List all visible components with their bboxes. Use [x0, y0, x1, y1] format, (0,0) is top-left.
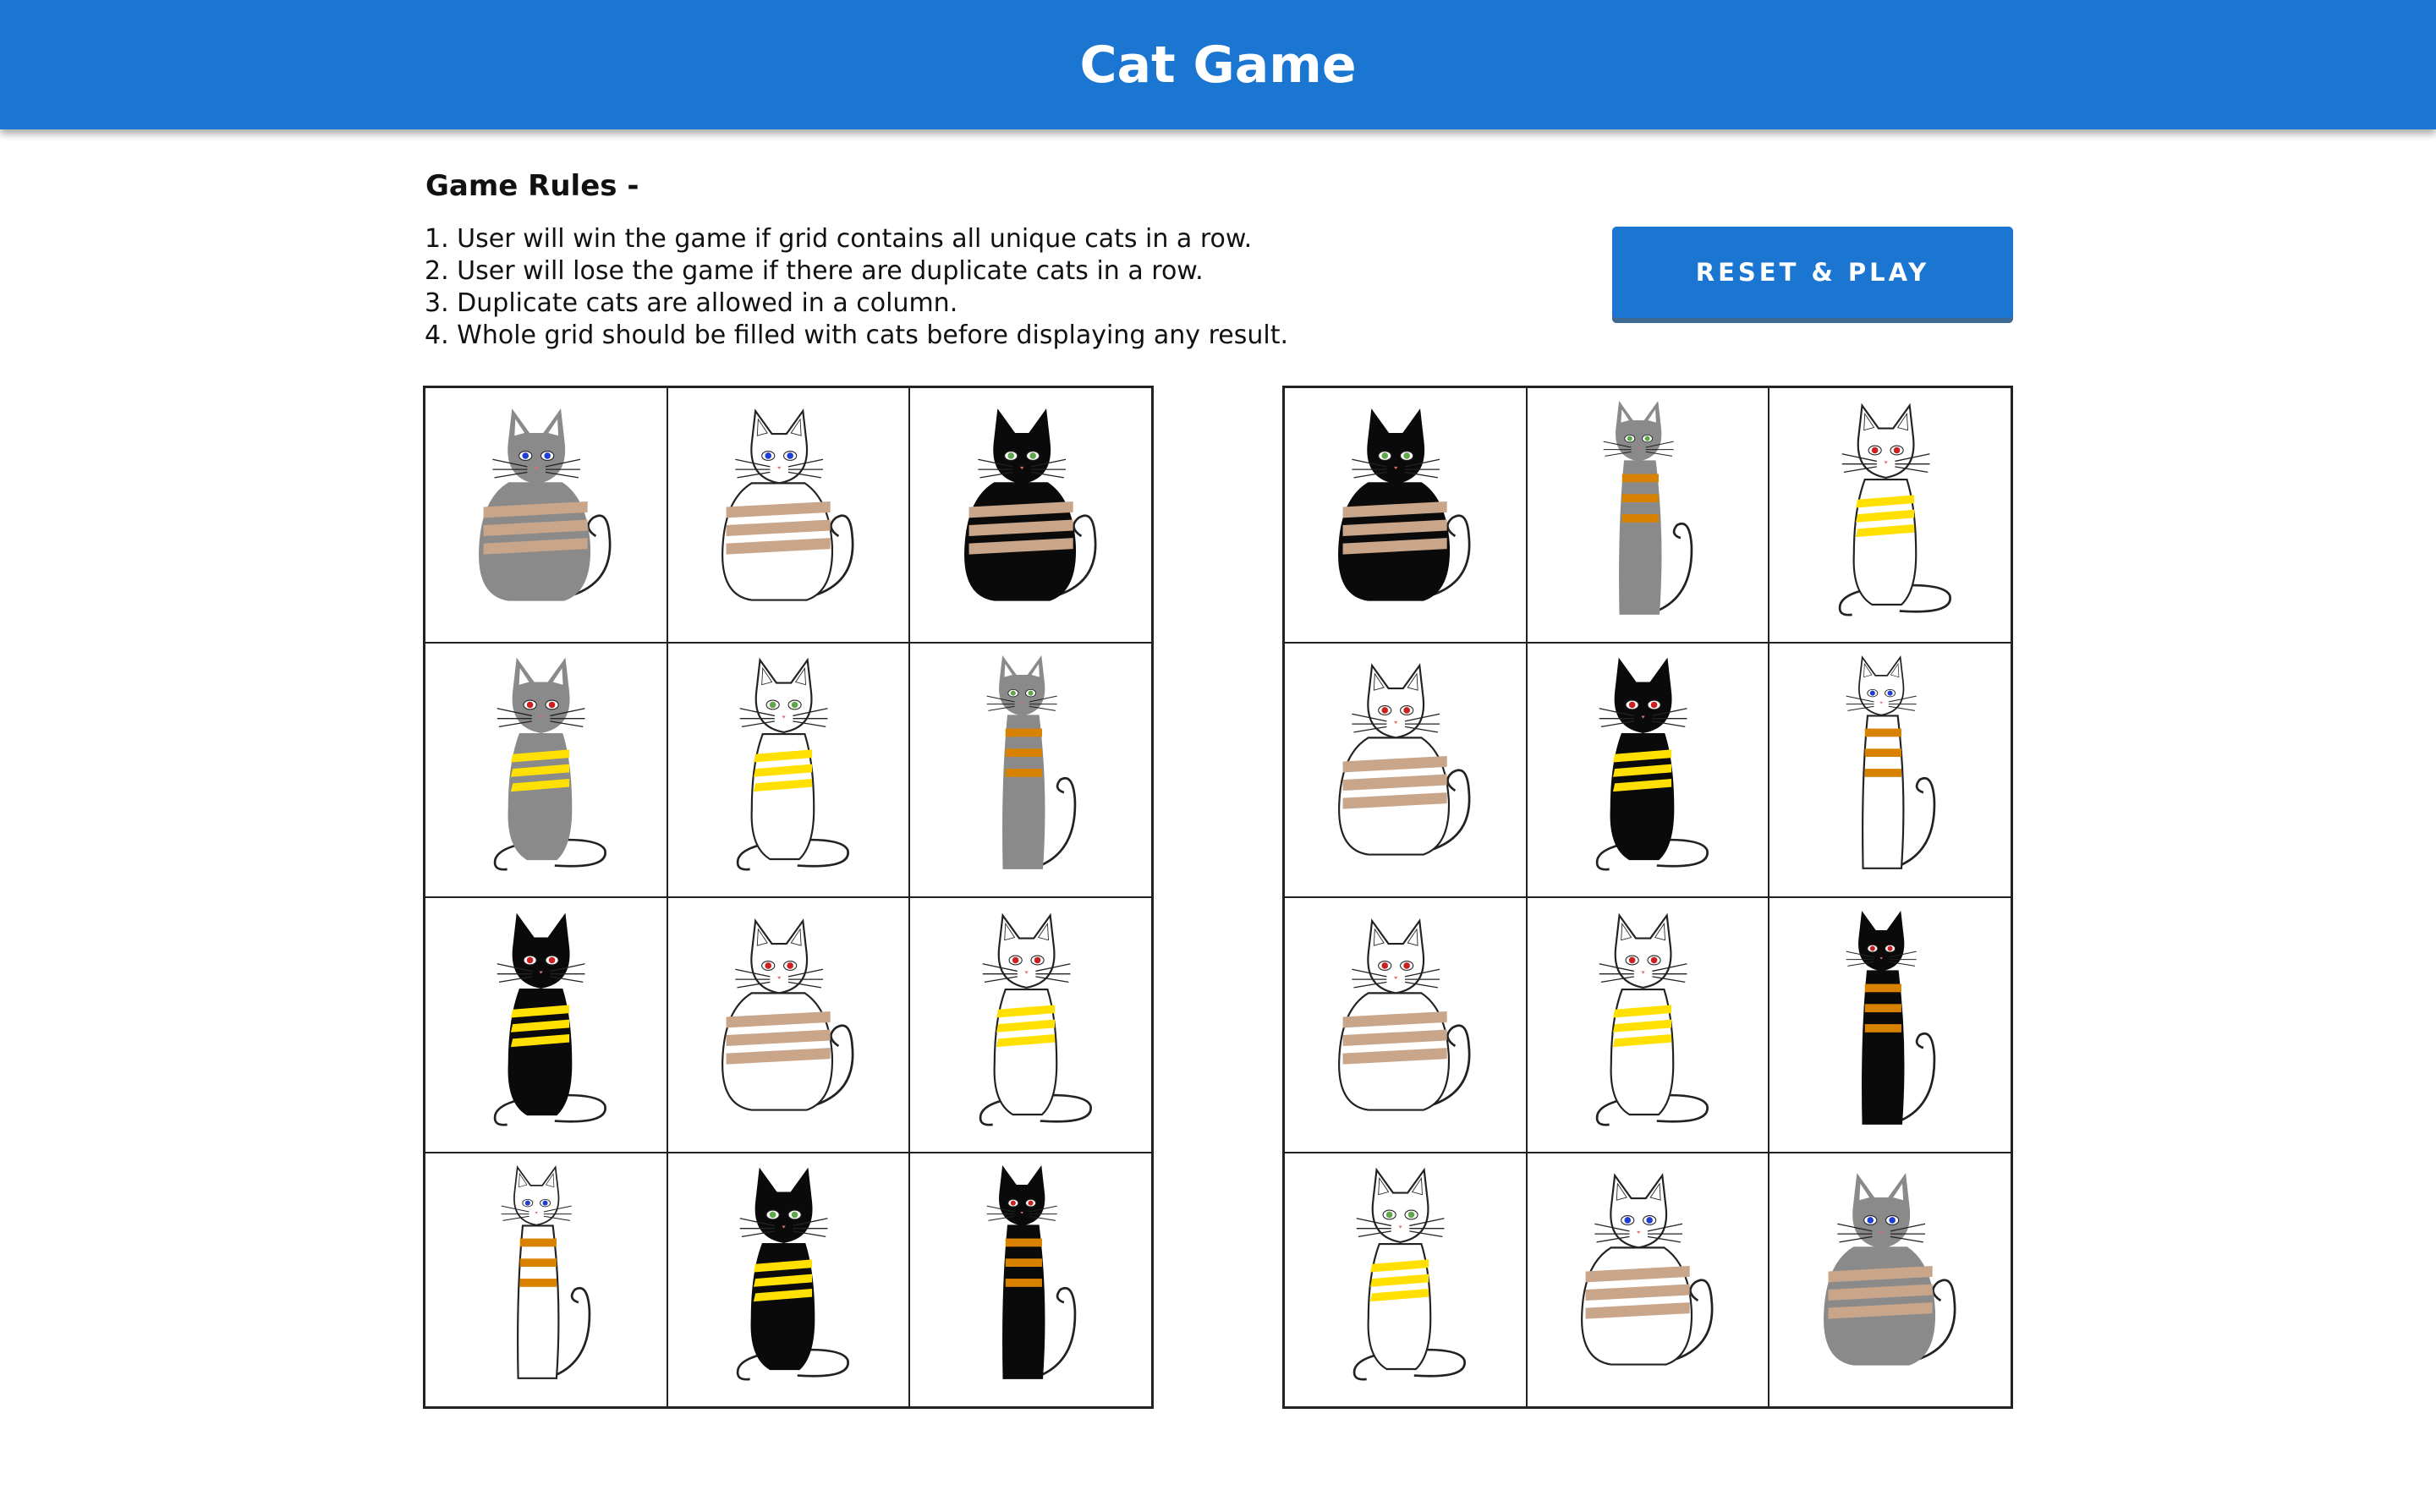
reset-play-button[interactable]: RESET & PLAY — [1612, 227, 2013, 318]
grid-cell[interactable] — [909, 1152, 1152, 1407]
gray-cat-icon — [934, 654, 1128, 885]
grid-cell[interactable] — [667, 387, 910, 643]
grid-cell[interactable] — [1526, 642, 1769, 897]
white-cat-icon — [1793, 654, 1988, 885]
grid-cell[interactable] — [1284, 387, 1527, 643]
grid-cell[interactable] — [1284, 897, 1527, 1153]
gray-cat-icon — [1793, 1164, 1988, 1395]
grid-cell[interactable] — [1284, 1152, 1527, 1407]
white-cat-icon — [934, 909, 1128, 1141]
grid-cell[interactable] — [1526, 387, 1769, 643]
white-cat-icon — [1308, 909, 1502, 1141]
white-cat-icon — [691, 909, 886, 1141]
grid-cell[interactable] — [425, 1152, 667, 1407]
grid-cell[interactable] — [1526, 1152, 1769, 1407]
grid-cell[interactable] — [1284, 642, 1527, 897]
grid-cell[interactable] — [667, 897, 910, 1153]
page-title: Cat Game — [1079, 35, 1357, 95]
rule-item: 3. Duplicate cats are allowed in a colum… — [425, 288, 958, 318]
grid-cell[interactable] — [1769, 642, 2011, 897]
grid-cell[interactable] — [909, 642, 1152, 897]
rules-list: 1. User will win the game if grid contai… — [425, 223, 1288, 352]
gray-cat-icon — [448, 654, 643, 885]
grid-cell[interactable] — [1769, 387, 2011, 643]
grid-cell[interactable] — [667, 642, 910, 897]
grid-cell[interactable] — [425, 897, 667, 1153]
white-cat-icon — [1308, 654, 1502, 885]
gray-cat-icon — [448, 399, 643, 631]
rule-item: 1. User will win the game if grid contai… — [425, 224, 1253, 254]
white-cat-icon — [1550, 1164, 1745, 1395]
white-cat-icon — [691, 654, 886, 885]
black-cat-icon — [1308, 399, 1502, 631]
app-header: Cat Game — [0, 0, 2436, 129]
grid-cell[interactable] — [909, 387, 1152, 643]
black-cat-icon — [934, 1164, 1128, 1395]
black-cat-icon — [934, 399, 1128, 631]
black-cat-icon — [691, 1164, 886, 1395]
grid-cell[interactable] — [425, 387, 667, 643]
white-cat-icon — [1550, 909, 1745, 1141]
grid-cell[interactable] — [909, 897, 1152, 1153]
grid-cell[interactable] — [1526, 897, 1769, 1153]
white-cat-icon — [1308, 1164, 1502, 1395]
grid-cell[interactable] — [1769, 1152, 2011, 1407]
black-cat-icon — [1793, 909, 1988, 1141]
white-cat-icon — [691, 399, 886, 631]
grid-cell[interactable] — [425, 642, 667, 897]
rule-item: 4. Whole grid should be filled with cats… — [425, 320, 1288, 350]
rule-item: 2. User will lose the game if there are … — [425, 256, 1204, 286]
grid-cell[interactable] — [667, 1152, 910, 1407]
black-cat-icon — [448, 909, 643, 1141]
rules-title: Game Rules - — [425, 169, 639, 203]
cat-grid-right — [1282, 386, 2013, 1409]
black-cat-icon — [1550, 654, 1745, 885]
grid-cell[interactable] — [1769, 897, 2011, 1153]
cat-grid-left — [423, 386, 1154, 1409]
white-cat-icon — [1793, 399, 1988, 631]
gray-cat-icon — [1550, 399, 1745, 631]
white-cat-icon — [448, 1164, 643, 1395]
